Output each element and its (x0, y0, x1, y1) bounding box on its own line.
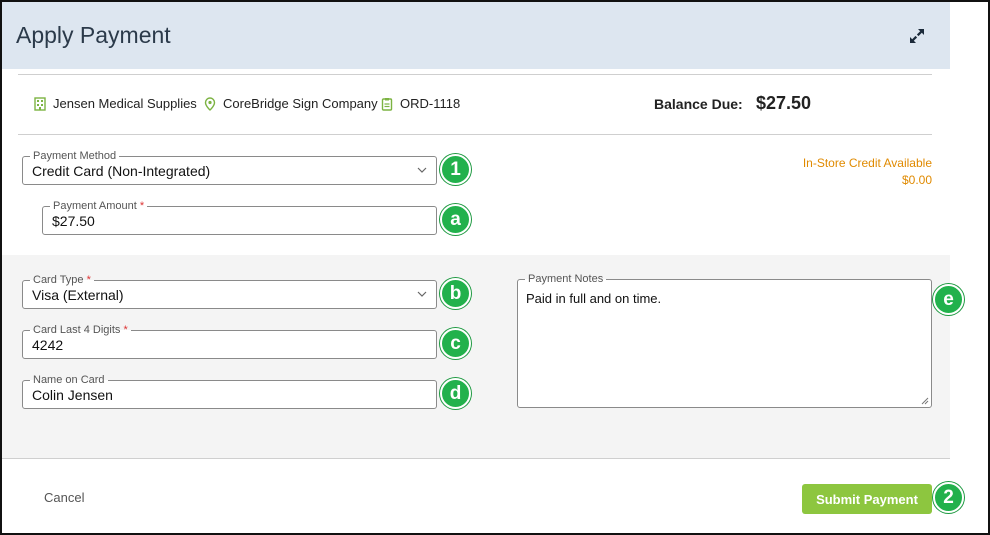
card-type-label: Card Type * (30, 273, 94, 287)
callout-badge-d: d (440, 378, 471, 409)
payment-notes-value: Paid in full and on time. (526, 291, 662, 306)
payment-amount-label: Payment Amount * (50, 199, 148, 213)
in-store-credit-value: $0.00 (901, 173, 932, 187)
submit-payment-button[interactable]: Submit Payment (802, 484, 932, 514)
location-info: CoreBridge Sign Company (204, 96, 378, 111)
footer-divider (2, 458, 950, 459)
location-name: CoreBridge Sign Company (223, 96, 378, 111)
callout-badge-c: c (440, 328, 471, 359)
modal-header: Apply Payment (2, 2, 950, 69)
card-last4-value: 4242 (32, 337, 64, 353)
cancel-button[interactable]: Cancel (44, 490, 84, 505)
balance-due-label: Balance Due: (654, 96, 743, 112)
resize-grip-icon[interactable] (921, 397, 929, 405)
building-icon (34, 96, 46, 111)
in-store-credit-label: In-Store Credit Available (802, 156, 932, 170)
chevron-down-icon (417, 291, 427, 297)
company-name: Jensen Medical Supplies (53, 96, 197, 111)
payment-amount-input[interactable]: Payment Amount * $27.50 (42, 199, 437, 235)
expand-icon[interactable] (907, 26, 927, 46)
chevron-down-icon (417, 167, 427, 173)
callout-badge-e: e (933, 284, 964, 315)
order-number: ORD-1118 (400, 96, 461, 111)
callout-badge-b: b (440, 278, 471, 309)
name-on-card-value: Colin Jensen (32, 387, 113, 403)
divider (18, 134, 932, 135)
divider (18, 74, 932, 75)
order-info: ORD-1118 (381, 96, 460, 111)
callout-badge-1: 1 (440, 154, 471, 185)
card-last4-label: Card Last 4 Digits * (30, 323, 131, 337)
balance-due-value: $27.50 (756, 93, 812, 113)
apply-payment-modal: Apply Payment Jensen Medical Supplies Co… (2, 2, 964, 533)
company-info: Jensen Medical Supplies (34, 96, 197, 111)
in-store-credit: In-Store Credit Available $0.00 (803, 155, 932, 189)
modal-title: Apply Payment (16, 22, 171, 48)
map-pin-icon (204, 96, 216, 111)
payment-notes-label: Payment Notes (525, 272, 607, 286)
payment-notes-textarea[interactable]: Payment Notes Paid in full and on time. (517, 272, 932, 408)
callout-badge-2: 2 (933, 482, 964, 513)
name-on-card-label: Name on Card (30, 373, 108, 387)
payment-method-select[interactable]: Payment Method Credit Card (Non-Integrat… (22, 149, 437, 185)
card-type-select[interactable]: Card Type * Visa (External) (22, 273, 437, 309)
payment-method-value: Credit Card (Non-Integrated) (32, 163, 211, 179)
callout-badge-a: a (440, 204, 471, 235)
card-type-value: Visa (External) (32, 287, 124, 303)
payment-method-label: Payment Method (30, 149, 120, 163)
clipboard-icon (381, 97, 393, 111)
payment-amount-value: $27.50 (52, 213, 95, 229)
name-on-card-input[interactable]: Name on Card Colin Jensen (22, 373, 437, 409)
card-last4-input[interactable]: Card Last 4 Digits * 4242 (22, 323, 437, 359)
